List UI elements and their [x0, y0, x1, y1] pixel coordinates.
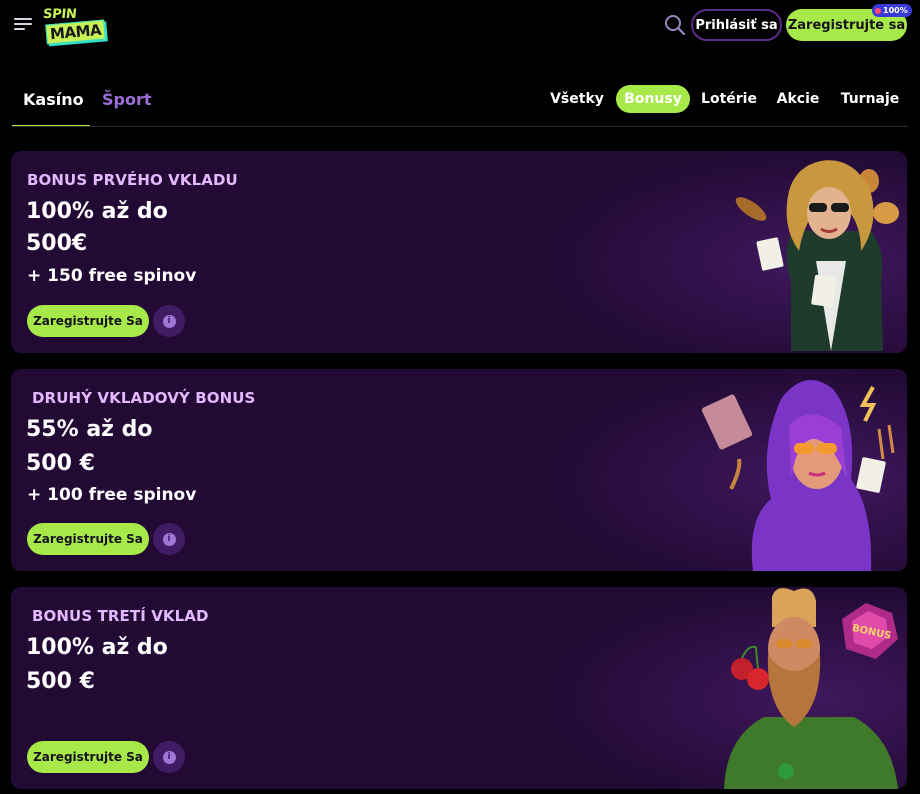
filter-turnaje[interactable]: Turnaje: [836, 85, 904, 113]
card-subline: + 100 free spinov: [27, 485, 197, 505]
login-button[interactable]: Prihlásiť sa: [691, 9, 782, 41]
card-kicker: BONUS TRETÍ VKLAD: [32, 607, 209, 625]
logo-bottom-text: MAMA: [45, 19, 106, 45]
card-subline: + 150 free spinov: [27, 266, 197, 286]
filter-loterie[interactable]: Lotérie: [698, 85, 760, 113]
tabs-divider: [12, 126, 908, 127]
search-icon[interactable]: [664, 14, 686, 36]
filter-akcie[interactable]: Akcie: [770, 85, 826, 113]
card-kicker: BONUS PRVÉHO VKLADU: [27, 171, 238, 189]
tab-sport[interactable]: Šport: [102, 90, 152, 109]
top-bar: SPIN MAMA Prihlásiť sa Zaregistrujte sa …: [0, 0, 920, 50]
bonus-card-second-deposit: DRUHÝ VKLADOVÝ BONUS 55% až do 500 € + 1…: [11, 369, 907, 571]
info-icon: i: [162, 314, 176, 328]
gem-icon: [875, 7, 881, 14]
card-kicker: DRUHÝ VKLADOVÝ BONUS: [32, 389, 256, 407]
info-icon: i: [162, 532, 176, 546]
card-register-button[interactable]: Zaregistrujte Sa: [27, 523, 149, 555]
card-info-button[interactable]: i: [153, 305, 185, 337]
card-info-button[interactable]: i: [153, 741, 185, 773]
card-info-button[interactable]: i: [153, 523, 185, 555]
card-headline-2: 500 €: [26, 451, 95, 476]
promo-badge: 100%: [872, 4, 912, 17]
bearded-man-illustration: BONUS: [724, 588, 898, 789]
filter-vsetky[interactable]: Všetky: [545, 85, 609, 113]
bonus-card-first-deposit: BONUS PRVÉHO VKLADU 100% až do 500€ + 15…: [11, 151, 907, 353]
card-headline-1: 100% až do: [26, 635, 168, 660]
tab-kasino[interactable]: Kasíno: [23, 90, 84, 109]
brand-logo[interactable]: SPIN MAMA: [42, 7, 115, 45]
promo-badge-text: 100%: [883, 6, 908, 15]
filter-bonusy[interactable]: Bonusy: [616, 85, 690, 113]
menu-icon[interactable]: [14, 16, 32, 32]
card-register-button[interactable]: Zaregistrujte Sa: [27, 741, 149, 773]
card-headline-2: 500€: [26, 231, 88, 256]
card-headline-2: 500 €: [26, 669, 95, 694]
info-icon: i: [162, 750, 176, 764]
logo-top-text: SPIN: [42, 7, 78, 22]
woman-with-cards-illustration: [735, 160, 899, 351]
card-headline-1: 55% až do: [26, 417, 153, 442]
category-tabs: Kasíno Šport Všetky Bonusy Lotérie Akcie…: [0, 80, 920, 128]
bonus-card-third-deposit: BONUS TRETÍ VKLAD 100% až do 500 € Zareg…: [11, 587, 907, 789]
card-headline-1: 100% až do: [26, 199, 168, 224]
card-register-button[interactable]: Zaregistrujte Sa: [27, 305, 149, 337]
woman-in-hood-illustration: [701, 380, 895, 571]
